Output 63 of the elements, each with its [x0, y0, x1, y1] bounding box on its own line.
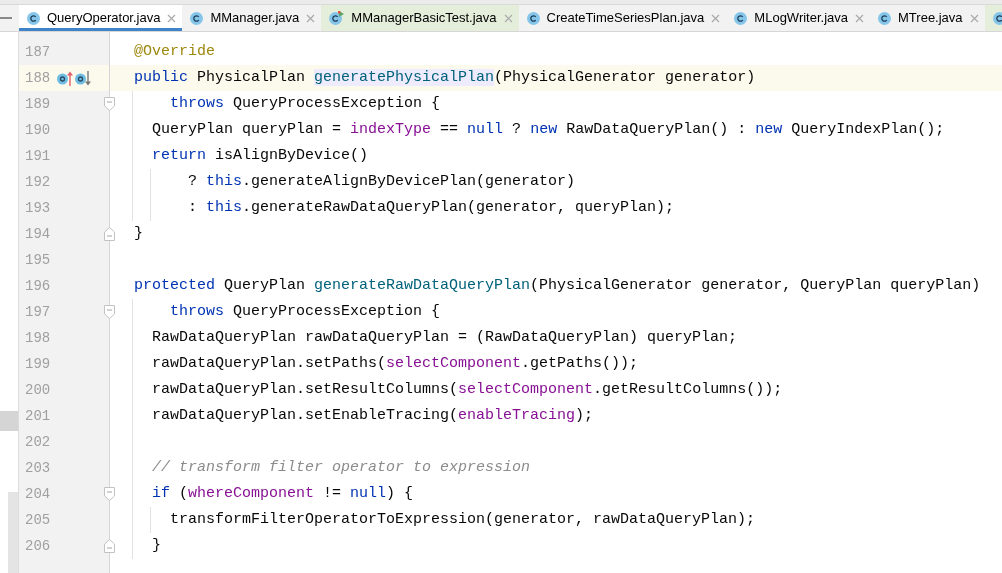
close-icon[interactable] — [855, 13, 865, 23]
editor-tab[interactable]: CreateTimeSeriesPlan.java — [518, 5, 727, 31]
c-circle-icon — [526, 11, 540, 25]
collapse-icon[interactable] — [104, 305, 115, 319]
close-icon[interactable] — [969, 13, 979, 23]
c-circle-icon — [878, 11, 892, 25]
line-number: 199 — [25, 355, 51, 374]
editor-tab[interactable]: MManager.java — [182, 5, 322, 31]
code-line: : this.generateRawDataQueryPlan(generator, queryPlan); — [188, 199, 675, 216]
c-circle-icon — [27, 11, 40, 25]
close-icon[interactable] — [503, 13, 513, 23]
line-number: 197 — [25, 303, 51, 322]
code-line: rawDataQueryPlan.setPaths(selectComponent.getPaths()); — [152, 355, 639, 372]
collapse-icon[interactable] — [104, 539, 115, 553]
code-line: rawDataQueryPlan.setResultColumns(selectComponent.getResultColumns()); — [152, 381, 783, 398]
code-line: return isAlignByDevice() — [152, 147, 369, 164]
line-number: 189 — [25, 95, 51, 114]
c-circle-icon — [190, 11, 204, 25]
code-line: } — [152, 537, 162, 554]
c-circle-icon — [734, 11, 748, 25]
c-circle-flag-icon — [329, 11, 345, 25]
editor-tab[interactable]: MManagerBasicTest.java — [321, 5, 519, 31]
close-icon[interactable] — [167, 13, 177, 23]
line-number: 201 — [25, 407, 51, 426]
code-line: ? this.generateAlignByDevicePlan(generator) — [188, 173, 576, 190]
line-number: 206 — [25, 537, 51, 556]
code-line: if (whereComponent != null) { — [152, 485, 414, 502]
line-number: 188 — [25, 69, 51, 88]
code-line: RawDataQueryPlan rawDataQueryPlan = (RawDataQueryPlan) queryPlan; — [152, 329, 738, 346]
line-number: 187 — [25, 43, 51, 62]
code-line: public PhysicalPlan generatePhysicalPlan(PhysicalGenerator generator) — [134, 69, 756, 86]
line-number: 198 — [25, 329, 51, 348]
line-number: 205 — [25, 511, 51, 530]
line-number: 200 — [25, 381, 51, 400]
code-line: @Override — [134, 43, 216, 60]
close-icon[interactable] — [306, 13, 316, 23]
editor-tab[interactable]: QueryOperator.java — [19, 5, 183, 31]
line-number: 194 — [25, 225, 51, 244]
line-number: 193 — [25, 199, 51, 218]
line-number: 191 — [25, 147, 51, 166]
close-icon[interactable] — [711, 13, 721, 23]
line-number: 203 — [25, 459, 51, 478]
line-number: 192 — [25, 173, 51, 192]
circle-up-arrow-icon[interactable] — [57, 70, 74, 86]
line-number: 196 — [25, 277, 51, 296]
code-line: transformFilterOperatorToExpression(generator, rawDataQueryPlan); — [170, 511, 756, 528]
code-line: protected QueryPlan generateRawDataQueryPlan(PhysicalGenerator generator, QueryPlan queryPlan) — [134, 277, 981, 294]
editor-tab[interactable]: MLogWriter.java — [726, 5, 871, 31]
editor-tab[interactable]: MTree.java — [870, 5, 985, 31]
code-line: rawDataQueryPlan.setEnableTracing(enableTracing); — [152, 407, 594, 424]
collapse-icon[interactable] — [104, 97, 115, 111]
code-line: } — [134, 225, 144, 242]
line-number: 195 — [25, 251, 51, 270]
collapse-icon[interactable] — [104, 487, 115, 501]
line-number: 190 — [25, 121, 51, 140]
code-line: throws QueryProcessException { — [170, 303, 441, 320]
circle-down-arrow-icon[interactable] — [75, 70, 92, 86]
line-number: 204 — [25, 485, 51, 504]
collapse-icon[interactable] — [104, 227, 115, 241]
code-line: throws QueryProcessException { — [170, 95, 441, 112]
code-line: // transform filter operator to expression — [152, 459, 531, 476]
code-line: QueryPlan queryPlan = indexType == null ? new RawDataQueryPlan() : new QueryIndexPlan(); — [152, 121, 945, 138]
line-number: 202 — [25, 433, 51, 452]
